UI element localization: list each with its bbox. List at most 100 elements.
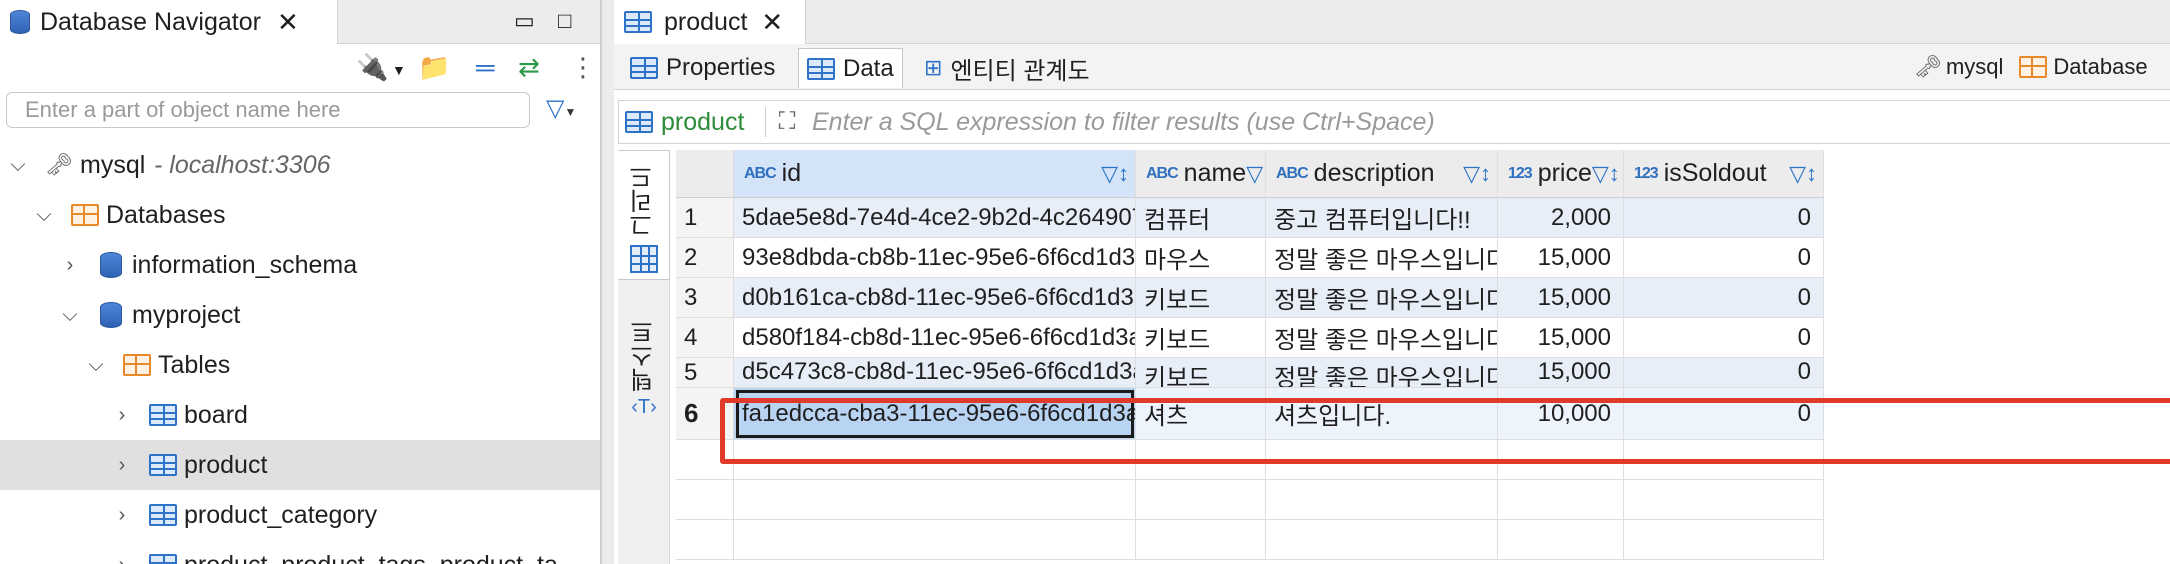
cell-issoldout[interactable]: 0: [1624, 198, 1824, 238]
row-number[interactable]: 6: [676, 388, 734, 440]
cell-description[interactable]: 정말 좋은 마우스입니다!!!22: [1266, 358, 1498, 388]
table-row[interactable]: 293e8dbda-cb8b-11ec-95e6-6f6cd1d3adeb마우스…: [676, 238, 2170, 278]
column-filter-sort-icon[interactable]: ▽↕: [1463, 161, 1491, 187]
column-header-name[interactable]: ABCname▽↕: [1136, 150, 1266, 198]
cell-price[interactable]: 10,000: [1498, 388, 1624, 440]
chevron-down-icon[interactable]: ⌵: [58, 304, 82, 327]
tree-item-mysql[interactable]: ⌵ 🗝 mysql - localhost:3306: [0, 140, 600, 190]
cell-issoldout[interactable]: 0: [1624, 238, 1824, 278]
link-editor-icon[interactable]: ⇄: [518, 52, 540, 83]
table-row[interactable]: 4d580f184-cb8d-11ec-95e6-6f6cd1d3adeb키보드…: [676, 318, 2170, 358]
cell-name[interactable]: 키보드: [1136, 358, 1266, 388]
database-folder-icon: [2019, 56, 2048, 78]
cell-issoldout[interactable]: 0: [1624, 318, 1824, 358]
tree-item-product-product-tags[interactable]: › product_product_tags_product_ta: [0, 540, 600, 564]
row-number[interactable]: 3: [676, 278, 734, 318]
navigator-search-input[interactable]: [6, 92, 530, 128]
chevron-right-icon[interactable]: ›: [110, 554, 134, 564]
tree-item-myproject[interactable]: ⌵ myproject: [0, 290, 600, 340]
column-filter-sort-icon[interactable]: ▽↕: [1101, 161, 1129, 187]
tab-data[interactable]: Data: [798, 48, 903, 88]
cell-description[interactable]: 정말 좋은 마우스입니다!!!22: [1266, 278, 1498, 318]
chevron-down-icon[interactable]: ⌵: [6, 154, 30, 177]
tab-grid-view[interactable]: 그리드: [618, 150, 670, 280]
cell-price[interactable]: 15,000: [1498, 278, 1624, 318]
column-filter-sort-icon[interactable]: ▽↕: [1592, 161, 1620, 187]
cell-id[interactable]: d0b161ca-cb8d-11ec-95e6-6f6cd1d3adeb: [734, 278, 1136, 318]
table-row[interactable]: 15dae5e8d-7e4d-4ce2-9b2d-4c264907ffa2컴퓨터…: [676, 198, 2170, 238]
cell-price[interactable]: 2,000: [1498, 198, 1624, 238]
table-row[interactable]: 5d5c473c8-cb8d-11ec-95e6-6f6cd1d3adeb키보드…: [676, 358, 2170, 388]
column-header-id[interactable]: ABC id ▽↕: [734, 150, 1136, 198]
table-row[interactable]: 6 fa1edcca-cba3-11ec-95e6-6f6cd1d3adeb 셔츠 셔…: [676, 388, 2170, 440]
new-connection-icon[interactable]: 🔌: [356, 52, 388, 83]
cell-price[interactable]: 15,000: [1498, 238, 1624, 278]
cell-id[interactable]: 5dae5e8d-7e4d-4ce2-9b2d-4c264907ffa2: [734, 198, 1136, 238]
tree-item-databases[interactable]: ⌵ Databases: [0, 190, 600, 240]
column-filter-sort-icon[interactable]: ▽↕: [1789, 161, 1817, 187]
new-folder-icon[interactable]: 📁: [418, 52, 450, 83]
cell-id[interactable]: fa1edcca-cba3-11ec-95e6-6f6cd1d3adeb: [734, 388, 1136, 440]
empty-cell: [1136, 480, 1266, 520]
cell-id[interactable]: d580f184-cb8d-11ec-95e6-6f6cd1d3adeb: [734, 318, 1136, 358]
tree-item-board[interactable]: › board: [0, 390, 600, 440]
column-header-price[interactable]: 123 price ▽↕: [1498, 150, 1624, 198]
close-icon[interactable]: ✕: [761, 7, 783, 38]
cell-name[interactable]: 마우스: [1136, 238, 1266, 278]
collapse-all-icon[interactable]: ═: [476, 52, 494, 83]
tab-er-diagram[interactable]: ⊞ 엔티티 관계도: [916, 48, 1098, 88]
minimize-icon[interactable]: ▭: [514, 8, 535, 34]
breadcrumb-connection[interactable]: mysql: [1946, 54, 2003, 80]
chevron-down-icon[interactable]: ⌵: [32, 204, 56, 227]
cell-description[interactable]: 정말 좋은 마우스입니다!!!: [1266, 238, 1498, 278]
tree-item-product[interactable]: › product: [0, 440, 600, 490]
cell-issoldout[interactable]: 0: [1624, 278, 1824, 318]
cell-price[interactable]: 15,000: [1498, 318, 1624, 358]
cell-id[interactable]: d5c473c8-cb8d-11ec-95e6-6f6cd1d3adeb: [734, 358, 1136, 388]
cell-description[interactable]: 정말 좋은 마우스입니다!!!22: [1266, 318, 1498, 358]
row-number[interactable]: 4: [676, 318, 734, 358]
cell-issoldout[interactable]: 0: [1624, 388, 1824, 440]
sql-filter-input[interactable]: [812, 107, 2112, 137]
navigator-tab[interactable]: Database Navigator ✕: [0, 0, 338, 44]
breadcrumb: 🗝 mysql Database: [1914, 54, 2148, 80]
er-diagram-icon: ⊞: [924, 55, 943, 80]
row-number[interactable]: 5: [676, 358, 734, 388]
cell-description[interactable]: 중고 컴퓨터입니다!!: [1266, 198, 1498, 238]
close-icon[interactable]: ✕: [277, 7, 299, 38]
empty-cell: [1266, 520, 1498, 560]
cell-id[interactable]: 93e8dbda-cb8b-11ec-95e6-6f6cd1d3adeb: [734, 238, 1136, 278]
chevron-right-icon[interactable]: ›: [110, 454, 134, 477]
chevron-right-icon[interactable]: ›: [58, 254, 82, 277]
row-number[interactable]: 1: [676, 198, 734, 238]
chevron-right-icon[interactable]: ›: [110, 404, 134, 427]
chevron-right-icon[interactable]: ›: [110, 504, 134, 527]
more-menu-icon[interactable]: ⋮: [570, 52, 596, 83]
tab-properties[interactable]: Properties: [622, 48, 783, 88]
chevron-down-icon[interactable]: ⌵: [84, 354, 108, 377]
column-filter-sort-icon[interactable]: ▽↕: [1246, 161, 1265, 187]
column-header-description[interactable]: ABC description ▽↕: [1266, 150, 1498, 198]
cell-price[interactable]: 15,000: [1498, 358, 1624, 388]
cell-description[interactable]: 셔츠입니다.: [1266, 388, 1498, 440]
maximize-icon[interactable]: □: [558, 8, 571, 34]
column-type-badge: 123: [1508, 164, 1533, 182]
cell-name[interactable]: 셔츠: [1136, 388, 1266, 440]
table-row[interactable]: 3d0b161ca-cb8d-11ec-95e6-6f6cd1d3adeb키보드…: [676, 278, 2170, 318]
column-header-issoldout[interactable]: 123 isSoldout ▽↕: [1624, 150, 1824, 198]
tree-item-product-category[interactable]: › product_category: [0, 490, 600, 540]
tree-item-information-schema[interactable]: › information_schema: [0, 240, 600, 290]
breadcrumb-database[interactable]: Database: [2053, 54, 2147, 80]
row-number[interactable]: 2: [676, 238, 734, 278]
cell-name[interactable]: 키보드: [1136, 318, 1266, 358]
cell-issoldout[interactable]: 0: [1624, 358, 1824, 388]
cell-name[interactable]: 컴퓨터: [1136, 198, 1266, 238]
tree-item-tables[interactable]: ⌵ Tables: [0, 340, 600, 390]
dropdown-arrow-icon[interactable]: ▼: [392, 62, 406, 78]
tree-item-label: Databases: [106, 200, 226, 229]
filter-icon[interactable]: ▽▼: [546, 94, 576, 123]
cell-name[interactable]: 키보드: [1136, 278, 1266, 318]
expand-icon[interactable]: ⛶: [772, 108, 802, 136]
tab-text-view[interactable]: 텍스트 ‹T›: [618, 320, 670, 440]
editor-tab-product[interactable]: product ✕: [614, 0, 806, 44]
